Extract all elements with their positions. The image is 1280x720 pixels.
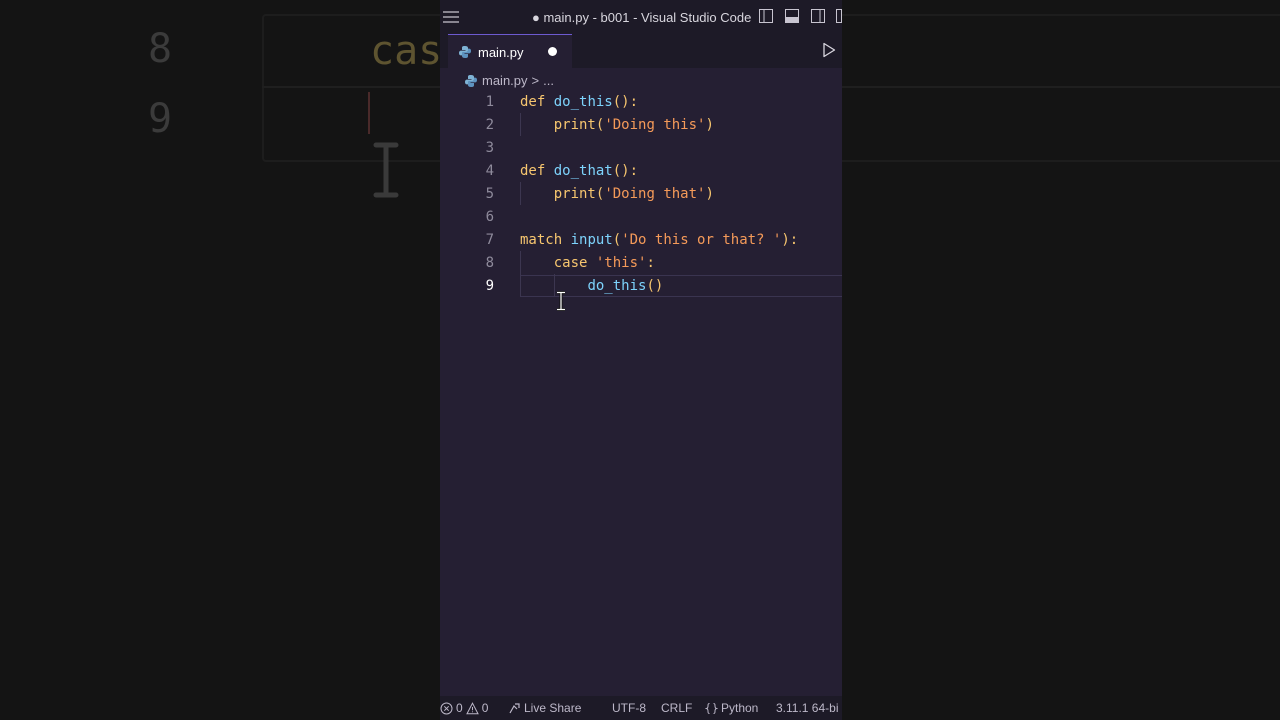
python-file-icon — [459, 46, 471, 58]
tab-main-py[interactable]: main.py — [448, 34, 572, 69]
run-python-file-icon[interactable] — [822, 42, 836, 58]
vscode-window: ● main.py - b001 - Visual Studio Code ma… — [440, 0, 842, 720]
line-source: def do_this(): — [520, 94, 639, 110]
mouse-ibeam-cursor-icon — [557, 291, 565, 311]
line-number: 8 — [485, 255, 494, 271]
line-number: 3 — [485, 140, 494, 156]
title-bar: ● main.py - b001 - Visual Studio Code — [440, 0, 842, 34]
code-line[interactable]: 6 — [440, 205, 842, 228]
code-line[interactable]: 1 def do_this(): — [440, 90, 842, 113]
line-number: 1 — [485, 94, 494, 110]
breadcrumb-separator: > — [531, 73, 540, 88]
code-line-current[interactable]: 9 do_this() — [440, 274, 842, 297]
line-number: 5 — [485, 186, 494, 202]
warning-count: 0 — [481, 701, 489, 715]
hamburger-menu-icon[interactable] — [442, 8, 460, 26]
code-line[interactable]: 5 print('Doing that') — [440, 182, 842, 205]
background-line-number: 9 — [148, 96, 173, 142]
line-number: 9 — [485, 278, 494, 294]
language-mode-selector[interactable]: Python — [705, 701, 758, 715]
window-title: ● main.py - b001 - Visual Studio Code — [532, 10, 752, 25]
tab-bar: main.py — [440, 34, 842, 69]
toggle-secondary-sidebar-icon[interactable] — [810, 8, 826, 24]
error-icon — [440, 702, 453, 714]
error-count: 0 — [456, 701, 463, 715]
background-keyword: cas — [370, 28, 443, 74]
breadcrumb-more[interactable]: ... — [543, 73, 554, 88]
line-number: 4 — [485, 163, 494, 179]
eol-selector[interactable]: CRLF — [661, 701, 692, 715]
language-label: Python — [721, 701, 759, 715]
status-bar: 0 0 Live Share UTF-8 CRLF Python 3.11.1 … — [440, 696, 842, 720]
toggle-panel-icon[interactable] — [784, 8, 800, 24]
line-source: def do_that(): — [520, 163, 639, 179]
code-line[interactable]: 2 print('Doing this') — [440, 113, 842, 136]
background-ibeam-cursor-icon — [373, 142, 399, 198]
encoding-selector[interactable]: UTF-8 — [612, 701, 646, 715]
line-source: print('Doing that') — [553, 186, 714, 202]
warning-icon — [465, 701, 479, 714]
breadcrumb: main.py > ... — [464, 73, 554, 88]
live-share-icon — [509, 702, 520, 713]
python-interpreter-selector[interactable]: 3.11.1 64-bi — [776, 701, 839, 715]
background-caret — [368, 92, 370, 134]
line-source: print('Doing this') — [553, 117, 714, 133]
live-share-button[interactable]: Live Share — [508, 701, 581, 715]
code-line[interactable]: 7 match input('Do this or that? '): — [440, 228, 842, 251]
customize-layout-icon[interactable] — [836, 8, 842, 24]
braces-icon — [705, 702, 718, 714]
python-file-icon — [465, 74, 477, 87]
background-line-number: 8 — [148, 26, 173, 72]
code-line[interactable]: 8 case 'this': — [440, 251, 842, 274]
problems-indicator[interactable]: 0 0 — [440, 701, 488, 715]
line-source: case 'this': — [553, 255, 655, 271]
layout-controls — [758, 8, 842, 24]
line-number: 6 — [485, 209, 494, 225]
line-source: match input('Do this or that? '): — [520, 232, 799, 248]
line-number: 2 — [485, 117, 494, 133]
breadcrumb-file[interactable]: main.py — [482, 73, 528, 88]
toggle-primary-sidebar-icon[interactable] — [758, 8, 774, 24]
line-number: 7 — [485, 232, 494, 248]
code-line[interactable]: 4 def do_that(): — [440, 159, 842, 182]
code-line[interactable]: 3 — [440, 136, 842, 159]
tab-label: main.py — [478, 45, 524, 60]
live-share-label: Live Share — [524, 701, 582, 715]
unsaved-indicator-icon[interactable] — [548, 47, 557, 56]
line-source: do_this() — [587, 278, 664, 294]
